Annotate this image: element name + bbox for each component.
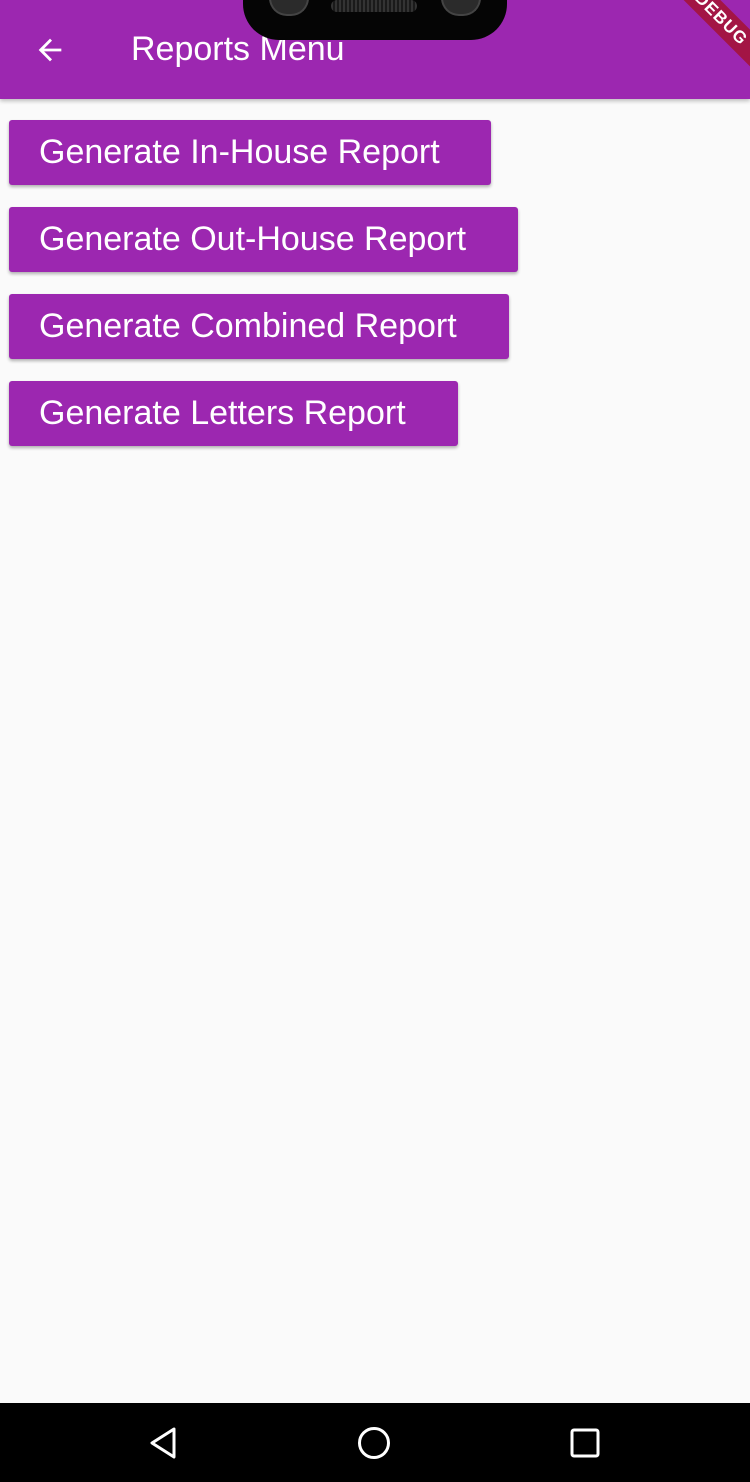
generate-letters-report-button[interactable]: Generate Letters Report — [9, 381, 458, 446]
camera-lens-left — [269, 0, 309, 16]
generate-out-house-report-button[interactable]: Generate Out-House Report — [9, 207, 518, 272]
nav-back-triangle-icon — [150, 1427, 176, 1459]
generate-in-house-report-button[interactable]: Generate In-House Report — [9, 120, 491, 185]
camera-notch — [243, 0, 507, 40]
generate-combined-report-button[interactable]: Generate Combined Report — [9, 294, 509, 359]
nav-home-button[interactable] — [346, 1415, 402, 1471]
back-button[interactable] — [22, 22, 78, 78]
camera-lens-right — [441, 0, 481, 16]
nav-recents-button[interactable] — [557, 1415, 613, 1471]
system-navigation-bar — [0, 1403, 750, 1482]
nav-back-button[interactable] — [136, 1415, 192, 1471]
nav-home-circle-icon — [358, 1427, 390, 1459]
arrow-back-icon — [38, 38, 62, 62]
nav-recents-square-icon — [570, 1428, 600, 1458]
speaker-grille — [331, 0, 417, 12]
debug-banner: DEBUG — [658, 0, 750, 82]
